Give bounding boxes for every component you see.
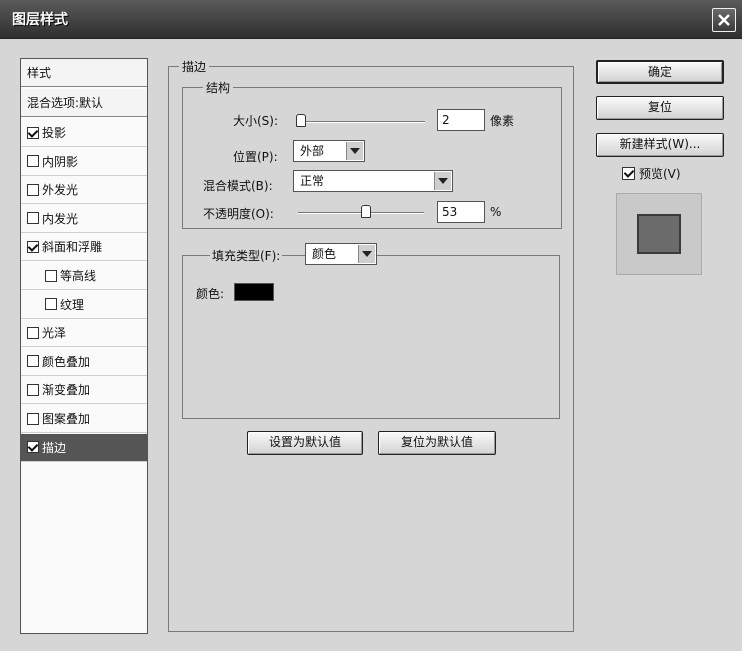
style-item[interactable]: 渐变叠加 <box>21 376 147 405</box>
style-item-checkbox[interactable] <box>27 155 39 168</box>
new-style-button[interactable]: 新建样式(W)... <box>596 133 724 157</box>
styles-header-label: 样式 <box>27 66 52 80</box>
fill-type-select[interactable]: 颜色 <box>305 243 377 265</box>
style-item[interactable]: 光泽 <box>21 319 147 348</box>
set-default-button[interactable]: 设置为默认值 <box>247 431 363 455</box>
style-item[interactable]: 颜色叠加 <box>21 348 147 376</box>
size-slider-track[interactable] <box>297 121 425 123</box>
close-button[interactable] <box>712 8 736 32</box>
stroke-group-title: 描边 <box>179 58 210 75</box>
blend-mode-dropdown-arrow[interactable] <box>434 172 451 190</box>
style-item-label: 内发光 <box>42 211 79 226</box>
position-dropdown-arrow[interactable] <box>346 142 363 160</box>
title-bar: 图层样式 <box>0 0 742 39</box>
size-input[interactable]: 2 <box>437 109 485 131</box>
style-item-label: 光泽 <box>42 326 67 341</box>
style-item-checkbox[interactable] <box>27 240 39 253</box>
style-item-checkbox[interactable] <box>27 126 39 139</box>
fill-type-value: 颜色 <box>312 247 337 261</box>
style-item[interactable]: 等高线 <box>21 262 147 290</box>
style-item-checkbox[interactable] <box>45 298 57 311</box>
styles-header[interactable]: 样式 <box>21 59 147 87</box>
style-item-checkbox[interactable] <box>27 183 39 196</box>
style-item-checkbox[interactable] <box>27 441 39 454</box>
chevron-down-icon <box>438 178 448 184</box>
position-label: 位置(P): <box>233 150 278 164</box>
blend-mode-value: 正常 <box>300 174 325 188</box>
preview-label: 预览(V) <box>639 167 681 181</box>
close-icon <box>718 14 730 26</box>
color-swatch[interactable] <box>234 283 274 301</box>
reset-default-button[interactable]: 复位为默认值 <box>378 431 496 455</box>
blend-options-item[interactable]: 混合选项:默认 <box>21 89 147 117</box>
style-item[interactable]: 纹理 <box>21 291 147 319</box>
style-item-label: 描边 <box>42 440 67 455</box>
opacity-input[interactable]: 53 <box>437 201 485 223</box>
style-item-checkbox[interactable] <box>27 355 39 368</box>
style-item-label: 外发光 <box>42 183 79 198</box>
style-item[interactable]: 内阴影 <box>21 148 147 176</box>
styles-list: 样式 混合选项:默认 投影内阴影外发光内发光斜面和浮雕等高线纹理光泽颜色叠加渐变… <box>20 58 148 634</box>
style-item[interactable]: 斜面和浮雕 <box>21 233 147 262</box>
style-item[interactable]: 内发光 <box>21 205 147 233</box>
ok-button[interactable]: 确定 <box>596 60 724 84</box>
style-item-checkbox[interactable] <box>27 212 39 225</box>
window-title: 图层样式 <box>12 12 68 28</box>
position-select-value: 外部 <box>300 144 325 158</box>
style-item-label: 图案叠加 <box>42 412 91 426</box>
chevron-down-icon <box>362 251 372 257</box>
style-item-label: 斜面和浮雕 <box>42 240 103 255</box>
blend-mode-select[interactable]: 正常 <box>293 170 453 192</box>
style-item[interactable]: 投影 <box>21 119 147 147</box>
style-preview <box>616 193 702 275</box>
structure-group-title: 结构 <box>203 79 234 96</box>
style-item[interactable]: 描边 <box>21 433 147 462</box>
style-item-checkbox[interactable] <box>45 269 57 282</box>
fill-type-dropdown-arrow[interactable] <box>358 245 375 263</box>
style-item-label: 内阴影 <box>42 154 79 169</box>
preview-thumbnail <box>637 214 681 254</box>
preview-checkbox[interactable] <box>622 167 635 180</box>
chevron-down-icon <box>350 148 360 154</box>
style-item-checkbox[interactable] <box>27 326 39 339</box>
style-item-label: 纹理 <box>60 297 85 312</box>
reset-button[interactable]: 复位 <box>596 96 724 120</box>
style-item-label: 颜色叠加 <box>42 354 91 369</box>
opacity-unit: % <box>490 205 502 219</box>
opacity-label: 不透明度(O): <box>203 207 274 221</box>
fill-type-label: 填充类型(F): <box>210 247 283 264</box>
fill-group <box>182 255 560 419</box>
style-item-checkbox[interactable] <box>27 412 39 425</box>
size-unit: 像素 <box>490 114 515 128</box>
opacity-slider-thumb[interactable] <box>360 205 371 218</box>
color-label: 颜色: <box>196 287 225 301</box>
blend-mode-label: 混合模式(B): <box>203 179 273 193</box>
blend-options-label: 混合选项:默认 <box>27 96 104 110</box>
style-item-checkbox[interactable] <box>27 383 39 396</box>
position-select[interactable]: 外部 <box>293 140 365 162</box>
style-item-label: 投影 <box>42 126 67 140</box>
style-item-label: 渐变叠加 <box>42 383 91 398</box>
size-label: 大小(S): <box>233 114 279 128</box>
style-item-label: 等高线 <box>60 269 97 283</box>
size-slider-thumb[interactable] <box>295 114 306 127</box>
style-item[interactable]: 外发光 <box>21 176 147 205</box>
style-item[interactable]: 图案叠加 <box>21 405 147 433</box>
